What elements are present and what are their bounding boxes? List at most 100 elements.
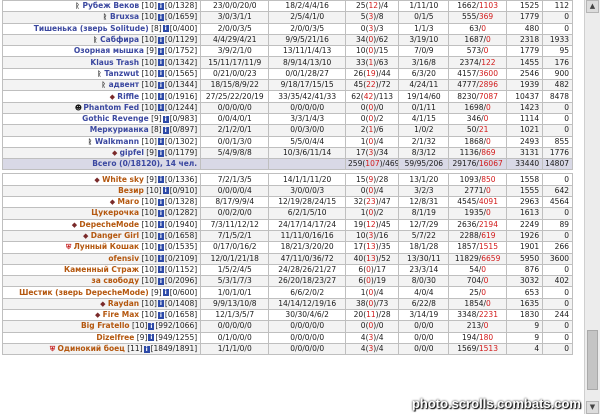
player-name-link[interactable]: gipfel xyxy=(120,148,144,157)
player-name-link[interactable]: ofensiv xyxy=(108,254,139,263)
kills-total-value: 2 xyxy=(378,208,384,218)
player-name-link[interactable]: за свободу xyxy=(91,277,139,286)
info-icon[interactable]: i xyxy=(157,266,164,274)
player-hp: [0/1659] xyxy=(164,12,198,22)
info-icon[interactable]: i xyxy=(143,345,150,353)
scroll-down-icon[interactable]: ▼ xyxy=(586,401,599,414)
table-row: ⛨ Лунный Кошак [10] i [0/1535] 0/17/0/16/2 18… xyxy=(1,241,573,254)
kills-value: 25 xyxy=(356,1,366,11)
player-name-link[interactable]: Raydan xyxy=(108,299,139,308)
kills-cell: 20(11)/28 xyxy=(345,309,400,322)
info-icon[interactable]: i xyxy=(162,289,169,297)
player-name-link[interactable]: Fire Max xyxy=(103,311,139,320)
damage-value: 1868 xyxy=(464,136,484,146)
kills-red-value: 19 xyxy=(366,68,376,78)
player-name-link[interactable]: Лунный Кошак xyxy=(74,243,140,252)
player-hp: [0/983] xyxy=(169,114,198,124)
scroll-thumb[interactable] xyxy=(587,330,598,390)
hits-cell: 0/0/4/0/1 xyxy=(200,112,270,126)
kills-red-value: 0 xyxy=(366,264,371,274)
player-name-link[interactable]: Walkmann xyxy=(95,137,139,146)
bonus-cell: 112 xyxy=(542,0,573,13)
kills-red-value: 22 xyxy=(366,80,376,90)
info-icon[interactable]: i xyxy=(157,36,164,44)
damage-cell: 213/0 xyxy=(448,320,507,333)
info-icon[interactable]: i xyxy=(157,2,164,10)
player-name-link[interactable]: Danger Girl xyxy=(91,231,139,240)
info-icon[interactable]: i xyxy=(157,176,164,184)
player-name-link[interactable]: Цукерочка xyxy=(91,209,139,218)
player-name-link[interactable]: Одинокий боец xyxy=(58,344,125,353)
bonus-cell: 8478 xyxy=(542,90,573,103)
info-icon[interactable]: i xyxy=(157,311,164,319)
player-name-link[interactable]: Шестик (зверь DepecheMode) xyxy=(19,288,149,297)
player-name-link[interactable]: White sky xyxy=(102,175,144,184)
player-level: [9] xyxy=(136,332,148,342)
scroll-up-icon[interactable]: ▲ xyxy=(586,0,599,13)
player-name-link[interactable]: Везир xyxy=(118,186,144,195)
watermark: photo.scrolls.combats.com xyxy=(411,396,581,411)
info-icon[interactable]: i xyxy=(157,232,164,240)
info-icon[interactable]: i xyxy=(157,277,164,285)
info-icon[interactable]: i xyxy=(162,115,169,123)
player-name-link[interactable]: Big Fratello xyxy=(81,322,130,331)
player-name-link[interactable]: Рубеж Веков xyxy=(83,2,140,11)
info-icon[interactable]: i xyxy=(157,70,164,78)
player-name-link[interactable]: адвент xyxy=(109,81,139,90)
player-name-link[interactable]: Сабфира xyxy=(100,35,139,44)
info-icon[interactable]: i xyxy=(157,209,164,217)
player-name-link[interactable]: Riffle xyxy=(117,92,139,101)
info-icon[interactable]: i xyxy=(162,25,169,33)
info-icon[interactable]: i xyxy=(157,138,164,146)
info-icon[interactable]: i xyxy=(157,198,164,206)
table-row: ofensiv [10] i [0/2109] 12/0/1/21/18 47/11/0… xyxy=(1,252,573,265)
player-name-link[interactable]: Озорная мышка xyxy=(74,47,144,56)
damage-cell: 4545/4091 xyxy=(448,196,507,209)
kills-cell: 6(0)/17 xyxy=(345,263,400,277)
info-icon[interactable]: i xyxy=(157,93,164,101)
player-cell: Каменный Страж [10] i [0/1152] xyxy=(1,263,202,277)
info-icon[interactable]: i xyxy=(162,126,169,134)
bonus-cell: 482 xyxy=(542,79,573,92)
player-name-link[interactable]: Тишенька (зверь Solitude) xyxy=(34,24,149,33)
info-icon[interactable]: i xyxy=(148,322,155,330)
bonus-cell: 0 xyxy=(542,342,573,356)
experience-cell: 4 xyxy=(505,342,544,356)
info-icon[interactable]: i xyxy=(157,255,164,263)
player-name-link[interactable]: Меркурианка xyxy=(90,126,149,135)
experience-cell: 1555 xyxy=(505,184,544,198)
warrior-pose-icon: ᚱ xyxy=(97,69,102,78)
player-name-link[interactable]: DepecheMode xyxy=(79,220,139,229)
info-icon[interactable]: i xyxy=(157,47,164,55)
damage-value: 1662 xyxy=(457,1,477,11)
hits-cell: 1/5/2/4/5 xyxy=(200,263,270,277)
kills-value: 5 xyxy=(360,12,366,22)
damage-red-value: 21 xyxy=(478,125,489,135)
info-icon[interactable]: i xyxy=(162,187,169,195)
blocks-cell: 11/11/0/16/16 xyxy=(268,229,347,243)
kills-cell: 40(13)/52 xyxy=(345,252,400,265)
info-icon[interactable]: i xyxy=(157,104,164,112)
player-name-link[interactable]: Klaus Trash xyxy=(90,58,139,67)
player-name-link[interactable]: Phantom Fed xyxy=(83,103,139,112)
player-name-link[interactable]: Tanzwut xyxy=(104,69,139,78)
info-icon[interactable]: i xyxy=(157,13,164,21)
info-icon[interactable]: i xyxy=(157,300,164,308)
player-name-link[interactable]: Dizelfree xyxy=(96,333,134,342)
counters-cell: 5/7/22 xyxy=(398,229,450,243)
info-icon[interactable]: i xyxy=(157,149,164,157)
bonus-cell: 266 xyxy=(542,241,573,254)
info-icon[interactable]: i xyxy=(157,59,164,67)
player-name-link[interactable]: Bruxsa xyxy=(110,13,139,22)
info-icon[interactable]: i xyxy=(157,243,164,251)
vertical-scrollbar[interactable]: ▲ ▼ xyxy=(584,0,600,414)
player-name-link[interactable]: Каменный Страж xyxy=(64,265,139,274)
info-icon[interactable]: i xyxy=(157,81,164,89)
warrior-pose-icon: ᚱ xyxy=(102,13,108,22)
player-name-link[interactable]: Gothic Revenge xyxy=(82,114,149,123)
info-icon[interactable]: i xyxy=(157,221,164,229)
damage-red-value: 1103 xyxy=(478,1,498,11)
player-name-link[interactable]: Маго xyxy=(118,198,140,207)
info-icon[interactable]: i xyxy=(148,334,155,342)
damage-cell: 573/0 xyxy=(448,45,507,58)
